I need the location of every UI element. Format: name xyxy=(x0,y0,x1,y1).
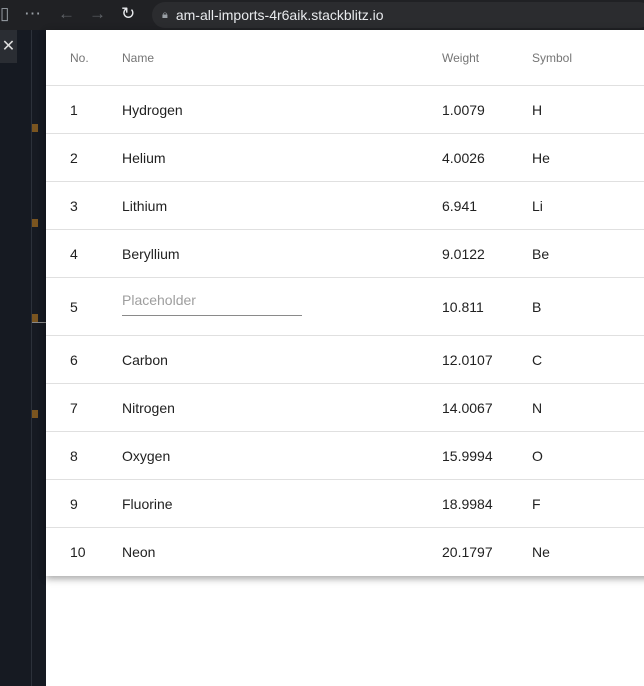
symbol-cell: F xyxy=(532,495,541,512)
name-cell: Oxygen xyxy=(122,447,171,464)
name-cell: Fluorine xyxy=(122,495,173,512)
header-weight[interactable]: Weight xyxy=(442,51,532,65)
back-icon[interactable]: ← xyxy=(58,4,75,24)
header-symbol[interactable]: Symbol xyxy=(532,51,632,65)
no-cell: 9 xyxy=(70,495,78,512)
sidebar-icon[interactable]: ▯ xyxy=(0,4,9,24)
weight-cell: 18.9984 xyxy=(442,495,493,512)
no-cell: 10 xyxy=(70,544,86,560)
name-cell: Placeholder xyxy=(122,287,442,316)
symbol-cell: Be xyxy=(532,245,550,262)
symbol-cell: H xyxy=(532,101,543,118)
name-cell: Beryllium xyxy=(122,245,180,262)
reload-icon[interactable]: ↻ xyxy=(121,4,135,24)
table-row: 10 Neon 20.1797 Ne xyxy=(46,528,644,576)
symbol-cell: Ne xyxy=(532,544,550,560)
weight-cell: 20.1797 xyxy=(442,544,493,560)
lock-icon: 🔒︎ xyxy=(162,8,168,21)
forward-icon[interactable]: → xyxy=(89,4,106,24)
weight-cell: 6.941 xyxy=(442,197,478,214)
no-cell: 4 xyxy=(70,245,78,262)
symbol-cell: Li xyxy=(532,197,543,214)
table-row: 1 Hydrogen 1.0079 H xyxy=(46,86,644,134)
name-field[interactable]: Placeholder xyxy=(122,287,302,316)
table-row: 5 Placeholder 10.811 B xyxy=(46,278,644,336)
name-cell: Helium xyxy=(122,149,166,166)
weight-cell: 9.0122 xyxy=(442,245,485,262)
name-input[interactable] xyxy=(122,287,302,315)
table-row: 7 Nitrogen 14.0067 N xyxy=(46,384,644,432)
no-cell: 1 xyxy=(70,101,78,118)
table-header: No. Name Weight Symbol xyxy=(46,30,644,86)
table-row: 9 Fluorine 18.9984 F xyxy=(46,480,644,528)
table-row: 3 Lithium 6.941 Li xyxy=(46,182,644,230)
weight-cell: 10.811 xyxy=(442,298,484,315)
more-icon[interactable]: ⋯ xyxy=(24,4,41,24)
symbol-cell: B xyxy=(532,298,542,315)
weight-cell: 4.0026 xyxy=(442,149,485,166)
elements-table: No. Name Weight Symbol 1 Hydrogen 1.0079 H 2… xyxy=(46,30,644,576)
no-cell: 2 xyxy=(70,149,78,166)
table-row: 6 Carbon 12.0107 C xyxy=(46,336,644,384)
no-cell: 3 xyxy=(70,197,78,214)
symbol-cell: C xyxy=(532,351,543,368)
header-name[interactable]: Name xyxy=(122,51,442,65)
marker xyxy=(32,219,38,227)
table-row: 8 Oxygen 15.9994 O xyxy=(46,432,644,480)
marker xyxy=(32,314,38,322)
symbol-cell: N xyxy=(532,399,543,416)
weight-cell: 12.0107 xyxy=(442,351,493,368)
address-bar[interactable]: 🔒︎ am-all-imports-4r6aik.stackblitz.io xyxy=(152,2,644,28)
header-no[interactable]: No. xyxy=(46,51,122,65)
editor-sidebar xyxy=(0,30,46,686)
url-text: am-all-imports-4r6aik.stackblitz.io xyxy=(175,7,384,23)
name-cell: Neon xyxy=(122,544,156,560)
name-cell: Nitrogen xyxy=(122,399,175,416)
divider xyxy=(32,322,46,323)
name-cell: Hydrogen xyxy=(122,101,183,118)
no-cell: 6 xyxy=(70,351,78,368)
table-row: 2 Helium 4.0026 He xyxy=(46,134,644,182)
name-cell: Carbon xyxy=(122,351,168,368)
no-cell: 5 xyxy=(70,298,78,315)
browser-toolbar: ▯ ⋯ ← → ↻ 🔒︎ am-all-imports-4r6aik.stack… xyxy=(0,0,644,30)
weight-cell: 15.9994 xyxy=(442,447,493,464)
symbol-cell: O xyxy=(532,447,543,464)
marker xyxy=(32,410,38,418)
name-cell: Lithium xyxy=(122,197,168,214)
weight-cell: 14.0067 xyxy=(442,399,493,416)
close-icon[interactable]: ✕ xyxy=(0,30,17,63)
table-row: 4 Beryllium 9.0122 Be xyxy=(46,230,644,278)
no-cell: 8 xyxy=(70,447,78,464)
weight-cell: 1.0079 xyxy=(442,101,485,118)
symbol-cell: He xyxy=(532,149,550,166)
no-cell: 7 xyxy=(70,399,78,416)
marker xyxy=(32,124,38,132)
